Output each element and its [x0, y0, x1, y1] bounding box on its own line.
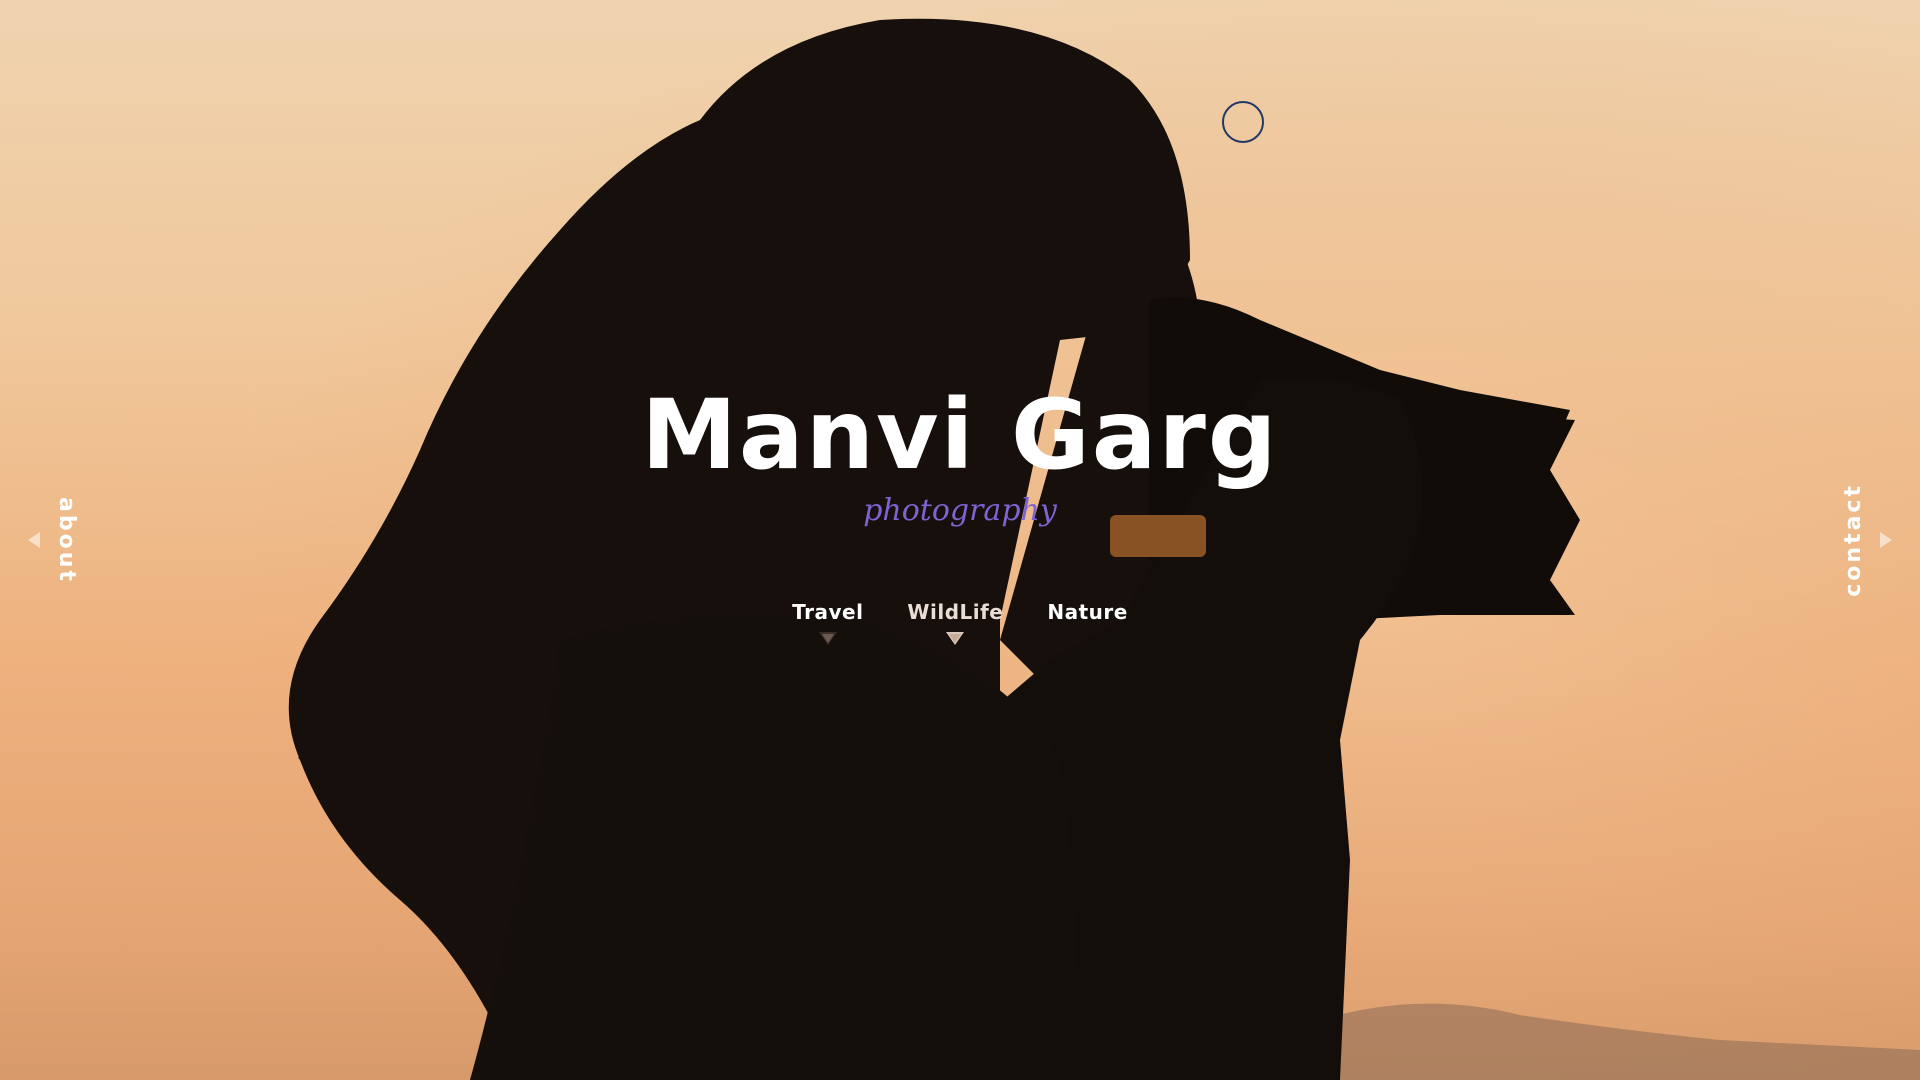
triangle-down-icon [946, 632, 965, 645]
hero-section: Manvi Garg photography Travel WildLife N… [0, 0, 1920, 1080]
nav-label: Travel [792, 600, 864, 624]
brand-tagline: photography [863, 493, 1057, 528]
contact-label: contact [1841, 483, 1866, 597]
shoulder-silhouette [470, 613, 1080, 1080]
hero-photo [0, 0, 1920, 1080]
triangle-right-icon [1880, 532, 1892, 548]
brand-name: Manvi Garg [641, 379, 1279, 491]
contact-link[interactable]: contact [1841, 483, 1892, 597]
category-nav: Travel WildLife Nature [0, 598, 1920, 645]
nav-label: WildLife [907, 600, 1004, 624]
nav-item-nature[interactable]: Nature [1047, 598, 1127, 645]
nav-item-wildlife[interactable]: WildLife [907, 598, 1003, 645]
circle-cursor-icon [1222, 101, 1264, 143]
about-label: about [54, 496, 79, 584]
nav-label: Nature [1047, 600, 1128, 624]
triangle-left-icon [28, 532, 40, 548]
nav-item-travel[interactable]: Travel [792, 598, 863, 645]
brand: Manvi Garg photography [0, 375, 1920, 531]
triangle-down-icon [818, 632, 837, 645]
about-link[interactable]: about [28, 488, 79, 592]
